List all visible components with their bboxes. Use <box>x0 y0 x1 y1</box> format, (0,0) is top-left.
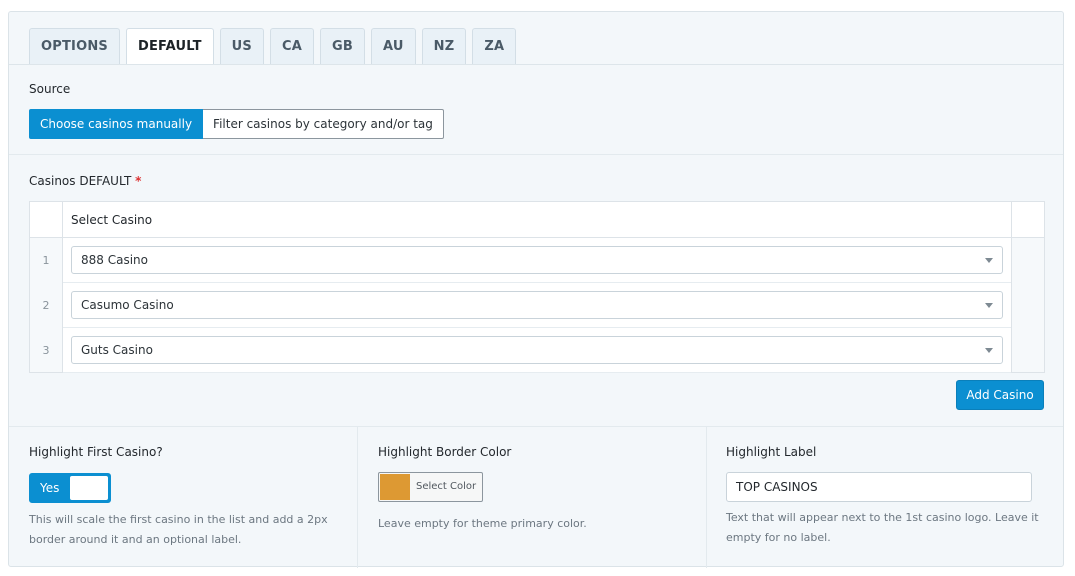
tabs-divider <box>9 64 1063 65</box>
casino-select-value: Guts Casino <box>81 343 153 357</box>
chevron-down-icon <box>985 348 993 353</box>
casino-select-value: 888 Casino <box>81 253 148 267</box>
header-index-cell <box>30 202 63 238</box>
highlight-first-label: Highlight First Casino? <box>29 445 163 459</box>
add-casino-button[interactable]: Add Casino <box>956 380 1044 410</box>
highlight-label-label: Highlight Label <box>726 445 817 459</box>
highlight-label-help: Text that will appear next to the 1st ca… <box>726 511 1039 544</box>
choose-manually-button[interactable]: Choose casinos manually <box>29 109 204 139</box>
table-row: 2 Casumo Casino <box>30 283 1044 328</box>
highlight-label-input[interactable]: TOP CASINOS <box>726 472 1032 502</box>
tab-ca[interactable]: CA <box>270 28 315 64</box>
row-actions[interactable] <box>1011 238 1044 283</box>
chevron-down-icon <box>985 303 993 308</box>
highlight-border-help: Leave empty for theme primary color. <box>378 517 587 530</box>
border-color-picker[interactable]: Select Color <box>378 472 483 502</box>
source-button-group: Choose casinos manually Filter casinos b… <box>29 109 444 139</box>
table-row: 3 Guts Casino <box>30 328 1044 373</box>
casino-select[interactable]: Guts Casino <box>71 336 1003 364</box>
toggle-knob <box>70 476 108 500</box>
tab-au[interactable]: AU <box>371 28 416 64</box>
casino-select[interactable]: 888 Casino <box>71 246 1003 274</box>
highlight-section: Highlight First Casino? Yes This will sc… <box>9 426 1049 568</box>
casinos-label: Casinos DEFAULT * <box>29 174 141 188</box>
row-index[interactable]: 1 <box>30 238 63 283</box>
tab-options[interactable]: OPTIONS <box>29 28 120 64</box>
highlight-label-value: TOP CASINOS <box>736 480 818 494</box>
settings-panel: OPTIONS DEFAULT US CA GB AU NZ ZA Source… <box>8 11 1064 568</box>
row-cell: Casumo Casino <box>63 283 1011 328</box>
casino-select-value: Casumo Casino <box>81 298 174 312</box>
header-actions-cell <box>1011 202 1044 238</box>
highlight-first-help: This will scale the first casino in the … <box>29 513 328 546</box>
source-label: Source <box>29 82 71 96</box>
table-header: Select Casino <box>30 202 1044 238</box>
casinos-label-text: Casinos DEFAULT <box>29 174 132 188</box>
select-color-label: Select Color <box>416 481 477 492</box>
table-row: 1 888 Casino <box>30 238 1044 283</box>
tab-bar: OPTIONS DEFAULT US CA GB AU NZ ZA <box>29 28 522 64</box>
toggle-label: Yes <box>40 481 60 495</box>
tab-default[interactable]: DEFAULT <box>125 28 214 64</box>
casino-select[interactable]: Casumo Casino <box>71 291 1003 319</box>
row-actions[interactable] <box>1011 328 1044 373</box>
row-index[interactable]: 2 <box>30 283 63 328</box>
tab-za[interactable]: ZA <box>472 28 517 64</box>
required-mark: * <box>135 174 142 188</box>
row-cell: 888 Casino <box>63 238 1011 283</box>
section-divider <box>9 154 1063 155</box>
column-separator <box>706 426 707 568</box>
row-index[interactable]: 3 <box>30 328 63 373</box>
tab-nz[interactable]: NZ <box>421 28 467 64</box>
row-cell: Guts Casino <box>63 328 1011 373</box>
color-swatch <box>380 474 410 500</box>
casino-table: Select Casino 1 888 Casino 2 Casumo Casi… <box>29 201 1045 373</box>
column-separator <box>357 426 358 568</box>
chevron-down-icon <box>985 258 993 263</box>
row-actions[interactable] <box>1011 283 1044 328</box>
highlight-first-toggle[interactable]: Yes <box>29 473 111 503</box>
highlight-border-label: Highlight Border Color <box>378 445 512 459</box>
tab-gb[interactable]: GB <box>320 28 365 64</box>
tab-us[interactable]: US <box>219 28 264 64</box>
filter-by-category-button[interactable]: Filter casinos by category and/or tag <box>203 109 444 139</box>
select-casino-header: Select Casino <box>71 213 153 227</box>
